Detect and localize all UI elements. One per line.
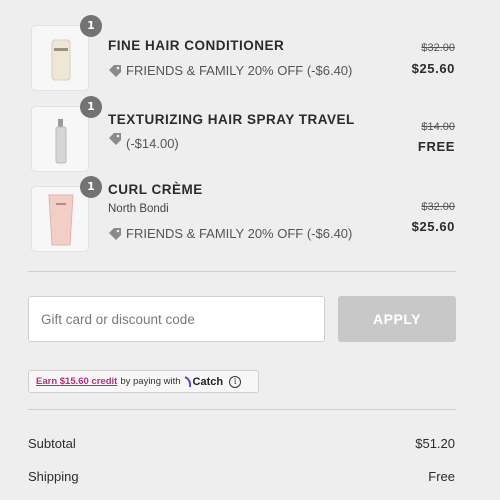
product-name: FINE HAIR CONDITIONER [108,38,285,53]
apply-button[interactable]: APPLY [338,296,456,342]
section-divider [28,271,456,272]
original-price: $14.00 [421,121,455,133]
catch-credit-link[interactable]: Earn $15.60 credit [36,376,117,387]
catch-brand-text: Catch [192,375,224,388]
quantity-badge: 1 [80,176,102,198]
item-price: FREE [417,139,455,154]
tag-icon [109,227,121,240]
discount-line: (-$14.00) [108,132,179,151]
discount-line: FRIENDS & FAMILY 20% OFF (-$6.40) [108,226,352,241]
conditioner-bottle-image [51,39,71,81]
original-price: $32.00 [421,201,455,213]
discount-line: FRIENDS & FAMILY 20% OFF (-$6.40) [108,63,352,78]
shipping-label: Shipping [28,469,79,484]
product-name: TEXTURIZING HAIR SPRAY TRAVEL [108,112,355,127]
catch-middle-text: by paying with [120,376,181,387]
discount-text: FRIENDS & FAMILY 20% OFF (-$6.40) [126,63,353,78]
catch-logo: Catch [184,375,224,388]
tag-icon [109,64,121,77]
item-price: $25.60 [411,61,455,76]
product-thumbnail [31,25,89,91]
section-divider [28,409,456,410]
subtotal-value: $51.20 [415,436,455,451]
product-name: CURL CRÈME [108,182,203,197]
original-price: $32.00 [421,42,455,54]
discount-code-input[interactable] [28,296,325,342]
quantity-badge: 1 [80,15,102,37]
info-icon[interactable]: i [229,375,242,388]
product-thumbnail [31,186,89,252]
curl-creme-tube-image [48,194,74,246]
discount-text: FRIENDS & FAMILY 20% OFF (-$6.40) [126,226,353,241]
shipping-value: Free [428,469,455,484]
subtotal-label: Subtotal [28,436,76,451]
tag-icon [109,132,121,145]
product-variant: North Bondi [108,203,169,215]
product-thumbnail [31,106,89,172]
spray-bottle-image [55,119,67,164]
item-price: $25.60 [411,219,455,234]
catch-credit-banner: Earn $15.60 credit by paying with Catch … [28,370,259,393]
discount-text: (-$14.00) [126,136,179,151]
quantity-badge: 1 [80,96,102,118]
catch-logo-icon [184,375,191,387]
